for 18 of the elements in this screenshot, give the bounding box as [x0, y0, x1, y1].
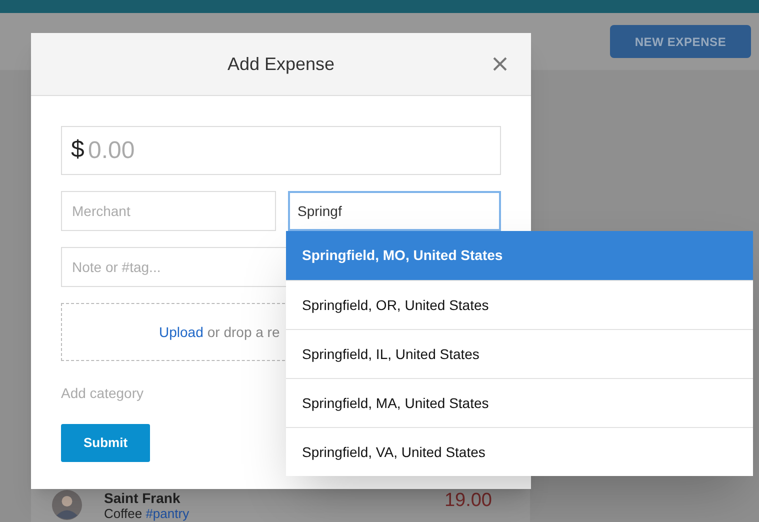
new-expense-button[interactable]: NEW EXPENSE: [610, 25, 751, 58]
suggestion-item[interactable]: Springfield, MA, United States: [286, 378, 753, 427]
suggestion-item[interactable]: Springfield, OR, United States: [286, 280, 753, 329]
expense-note: Coffee #pantry: [104, 507, 190, 521]
dialog-title: Add Expense: [227, 52, 335, 76]
upload-hint: or drop a re: [207, 322, 280, 342]
suggestion-item[interactable]: Springfield, IL, United States: [286, 329, 753, 378]
suggestion-item[interactable]: Springfield, VA, United States: [286, 427, 753, 476]
submit-button[interactable]: Submit: [61, 424, 150, 462]
upload-link[interactable]: Upload: [159, 322, 204, 342]
close-icon[interactable]: [493, 57, 507, 71]
avatar-icon: [52, 490, 82, 520]
suggestion-item[interactable]: Springfield, MO, United States: [286, 231, 753, 280]
currency-symbol: $: [71, 136, 84, 164]
location-field[interactable]: Springf: [288, 191, 501, 231]
merchant-field[interactable]: Merchant: [61, 191, 276, 231]
expense-amount: 19.00: [444, 490, 492, 512]
merchant-name: Saint Frank: [104, 490, 182, 507]
